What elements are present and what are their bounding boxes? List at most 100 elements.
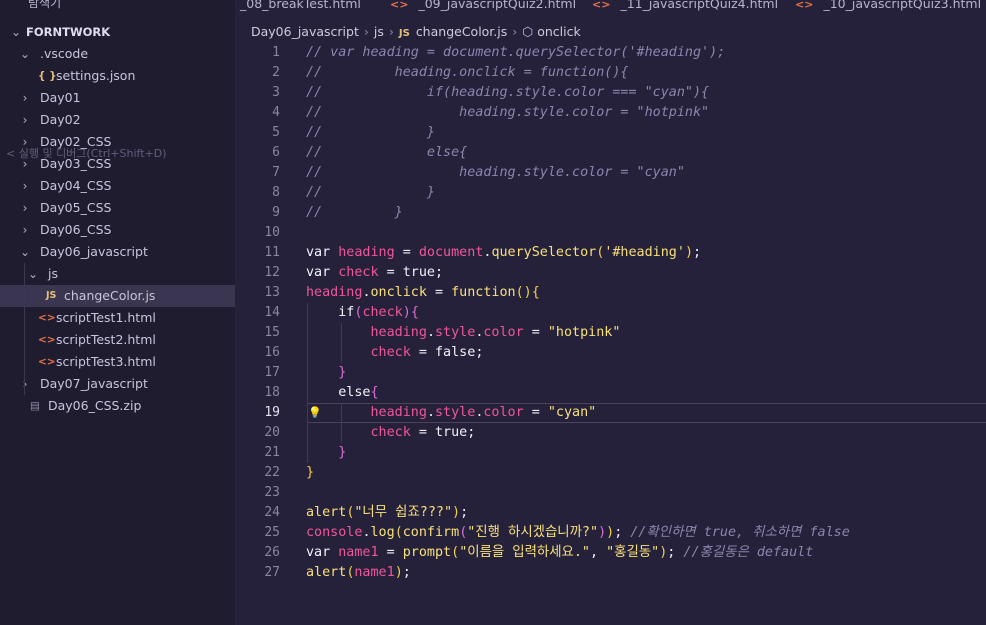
code-text: // } [306, 123, 435, 143]
breadcrumb-symbol[interactable]: onclick [537, 24, 581, 39]
sidebar-item-day02[interactable]: › Day02 [0, 109, 235, 131]
code-token: var [306, 245, 339, 260]
code-token: ; [467, 425, 476, 440]
code-line: 21 } [235, 443, 986, 463]
sidebar-item-day01[interactable]: › Day01 [0, 87, 235, 109]
sidebar-item-changecolor-js[interactable]: JS changeColor.js [0, 285, 235, 307]
line-number: 11 [264, 245, 280, 260]
more-actions-icon[interactable]: ··· [203, 0, 219, 8]
line-number: 10 [264, 225, 280, 240]
sidebar-item-scripttest1-html[interactable]: <> scriptTest1.html [0, 307, 235, 329]
code-token: = [523, 325, 548, 340]
breadcrumb-file[interactable]: changeColor.js [416, 24, 507, 39]
code-token: name1 [354, 565, 395, 580]
code-token: style [435, 405, 476, 420]
line-number: 25 [264, 525, 280, 540]
code-token: "이름을 입력하세요." [459, 545, 590, 560]
code-line: 25 console.log(confirm("진행 하시겠습니까?")); //… [235, 523, 986, 543]
breadcrumb-folder[interactable]: Day06_javascript [251, 24, 359, 39]
sidebar-item-scripttest2-html[interactable]: <> scriptTest2.html [0, 329, 235, 351]
line-number: 9 [272, 205, 280, 220]
code-line: 19 💡 heading.style.color = "cyan" [235, 403, 986, 423]
sidebar-item-vscode[interactable]: ⌄ .vscode [0, 43, 235, 65]
editor-tab[interactable]: <> _10_javascriptQuiz3.html [795, 0, 981, 11]
code-token: = [523, 405, 548, 420]
breadcrumb-subfolder[interactable]: js [374, 24, 384, 39]
editor-tab[interactable]: <> _09_javascriptQuiz2.html [390, 0, 576, 11]
code-text: var name1 = prompt("이름을 입력하세요.", "홍길동");… [306, 543, 813, 563]
code-line: 13 heading.onclick = function(){ [235, 283, 986, 303]
sidebar-item-label: Day02 [40, 112, 81, 127]
code-text: var heading = document.querySelector('#h… [306, 243, 701, 263]
code-text: var check = true; [306, 263, 443, 283]
code-text: // } [306, 183, 435, 203]
code-line: 11 var heading = document.querySelector('… [235, 243, 986, 263]
sidebar-item-js[interactable]: ⌄ js [0, 263, 235, 285]
code-token: , [590, 545, 607, 560]
code-token: ) [402, 305, 411, 320]
tab-label: _09_javascriptQuiz2.html [418, 0, 577, 11]
code-text: } [306, 363, 346, 383]
sidebar-item-day04-css[interactable]: › Day04_CSS [0, 175, 235, 197]
code-token: heading [370, 325, 427, 340]
code-token: { [370, 385, 379, 400]
code-token: // } [306, 125, 435, 140]
code-text: // var heading = document.querySelector(… [306, 43, 725, 63]
editor-tab[interactable]: <> _11_javascriptQuiz4.html [592, 0, 778, 11]
code-token: () [515, 285, 532, 300]
code-line: 14 if(check){ [235, 303, 986, 323]
code-line: 1 // var heading = document.querySelector… [235, 43, 986, 63]
sidebar-item-day05-css[interactable]: › Day05_CSS [0, 197, 235, 219]
code-token: ; [693, 245, 702, 260]
sidebar-item-scripttest3-html[interactable]: <> scriptTest3.html [0, 351, 235, 373]
sidebar-item-day06-css-zip[interactable]: ▤ Day06_CSS.zip [0, 395, 235, 417]
code-token: true [435, 425, 468, 440]
code-line: 15 heading.style.color = "hotpink" [235, 323, 986, 343]
code-token: "홍길동" [606, 545, 660, 560]
code-editor[interactable]: 1 // var heading = document.querySelector… [235, 43, 986, 625]
run-debug-hint: < 실행 및 디버그(Ctrl+Shift+D) [6, 147, 167, 160]
code-token: prompt [402, 545, 452, 560]
code-line: 7 // heading.style.color = "cyan" [235, 163, 986, 183]
sidebar-item-label: .vscode [40, 46, 89, 61]
sidebar-item-settings-json[interactable]: { } settings.json [0, 65, 235, 87]
chevron-right-icon: › [388, 24, 394, 39]
workspace-root[interactable]: ⌄ FORNTWORK [0, 21, 235, 43]
line-number: 6 [272, 145, 280, 160]
sidebar-item-day07-javascript[interactable]: › Day07_javascript [0, 373, 235, 395]
code-text: heading.style.color = "cyan" [306, 403, 597, 423]
line-number: 1 [272, 45, 280, 60]
line-number: 13 [264, 285, 280, 300]
chevron-right-icon: › [22, 113, 28, 127]
code-token: . [426, 405, 435, 420]
symbol-icon: ⬡ [522, 24, 534, 39]
code-text: heading.onclick = function(){ [306, 283, 540, 303]
tab-label: _11_javascriptQuiz4.html [620, 0, 779, 11]
chevron-right-icon: › [22, 179, 28, 193]
code-token: '#heading' [604, 245, 685, 260]
editor-tab[interactable]: _08_breakTest.html [240, 0, 361, 11]
code-token: heading [370, 405, 427, 420]
code-line: 17 } [235, 363, 986, 383]
code-token: ; [475, 345, 484, 360]
chevron-right-icon: › [22, 377, 28, 391]
sidebar-item-label: Day06_CSS.zip [48, 398, 142, 413]
chevron-right-icon: › [22, 91, 28, 105]
sidebar-item-day06-css[interactable]: › Day06_CSS [0, 219, 235, 241]
code-token: name1 [338, 545, 379, 560]
sidebar-item-day06-javascript[interactable]: ⌄ Day06_javascript [0, 241, 235, 263]
code-token: alert [306, 505, 347, 520]
chevron-right-icon: › [22, 201, 28, 215]
code-token: alert [306, 565, 347, 580]
line-number: 4 [272, 105, 280, 120]
code-line: 24 alert("너무 쉽죠???"); [235, 503, 986, 523]
code-token: } [338, 445, 347, 460]
code-token: color [483, 405, 524, 420]
code-token: ) [394, 565, 403, 580]
code-token: ; [667, 545, 684, 560]
line-number: 19 [264, 405, 280, 420]
